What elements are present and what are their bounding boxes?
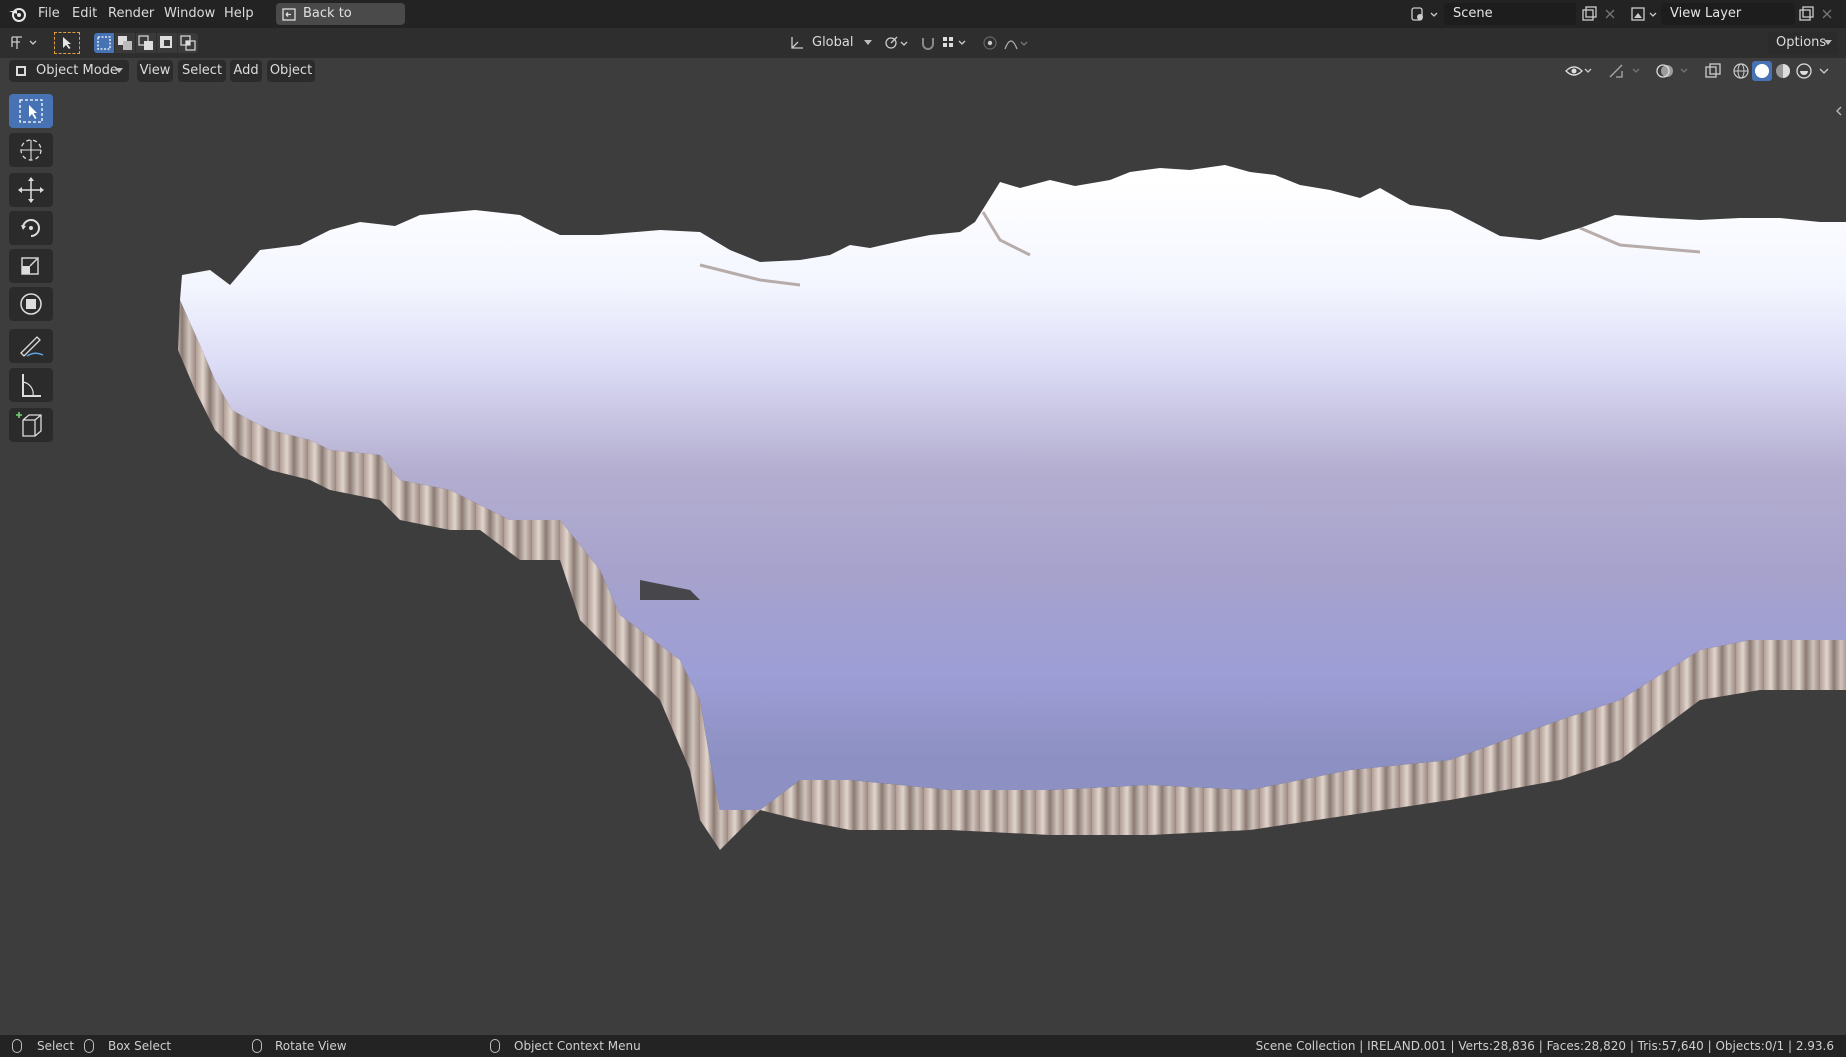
menu-file[interactable]: File	[32, 0, 66, 28]
menu-object[interactable]: Object	[267, 60, 315, 82]
status-rotate-view-label: Rotate View	[275, 1039, 347, 1053]
options-label: Options	[1776, 35, 1827, 50]
menu-window[interactable]: Window	[158, 0, 221, 28]
annotate-tool[interactable]	[9, 329, 53, 363]
object-mode-icon	[14, 64, 28, 78]
mode-intersect-icon[interactable]	[178, 33, 198, 53]
status-box-select-label: Box Select	[108, 1039, 172, 1053]
top-menu-bar: File Edit Render Window Help Back to Pre…	[0, 0, 1846, 43]
visibility-icon[interactable]	[1564, 61, 1594, 81]
selection-mode-group	[94, 33, 200, 53]
menu-add-label: Add	[233, 63, 259, 78]
menu-view-label: View	[139, 63, 171, 78]
blender-logo-icon[interactable]	[8, 5, 28, 23]
select-box-tool[interactable]	[9, 94, 53, 128]
mode-extend-icon[interactable]	[115, 33, 135, 53]
view-layer-name-label: View Layer	[1670, 6, 1742, 21]
viewport-header: Object Mode View Select Add Object	[0, 58, 1846, 84]
view-layer-type-icon[interactable]	[1630, 5, 1660, 23]
remove-view-layer-icon[interactable]	[1819, 5, 1835, 23]
menu-help[interactable]: Help	[218, 0, 260, 28]
gizmo-toggle-icon[interactable]	[1606, 61, 1644, 81]
snap-target-icon[interactable]	[940, 33, 970, 53]
transform-tool[interactable]	[9, 287, 53, 321]
status-bar: Select Box Select Rotate View Object Con…	[0, 1035, 1846, 1057]
scene-name-field[interactable]: Scene	[1444, 3, 1576, 25]
object-mode-label: Object Mode	[36, 63, 118, 78]
ireland-mesh[interactable]	[0, 58, 1846, 1035]
shading-rendered-icon[interactable]	[1794, 61, 1814, 81]
menu-add[interactable]: Add	[230, 60, 262, 82]
scene-type-icon[interactable]	[1410, 5, 1440, 23]
status-context-menu-label: Object Context Menu	[514, 1039, 641, 1053]
new-view-layer-icon[interactable]	[1797, 5, 1815, 23]
view-layer-name-field[interactable]: View Layer	[1661, 3, 1795, 25]
rotate-tool[interactable]	[9, 211, 53, 245]
menu-object-label: Object	[269, 63, 313, 78]
editor-type-icon[interactable]	[8, 33, 42, 53]
menu-view[interactable]: View	[137, 60, 173, 82]
xray-toggle-icon[interactable]	[1703, 61, 1723, 81]
overlays-toggle-icon[interactable]	[1654, 61, 1692, 81]
new-scene-icon[interactable]	[1580, 5, 1598, 23]
scale-tool[interactable]	[9, 249, 53, 283]
sidebar-toggle-icon[interactable]	[1834, 104, 1844, 118]
transform-orientation-label: Global	[812, 35, 854, 50]
chevron-down-icon	[864, 32, 872, 54]
menu-select[interactable]: Select	[178, 60, 226, 82]
3d-viewport[interactable]	[0, 58, 1846, 1035]
add-cube-tool[interactable]	[9, 408, 53, 442]
menu-select-label: Select	[181, 63, 223, 78]
shading-solid-icon[interactable]	[1752, 61, 1772, 81]
cursor-tool[interactable]	[9, 133, 53, 167]
scene-statistics: Scene Collection | IRELAND.001 | Verts:2…	[1255, 1039, 1834, 1053]
menu-render[interactable]: Render	[102, 0, 160, 28]
mouse-left-icon	[12, 1039, 22, 1053]
remove-scene-icon[interactable]	[1602, 5, 1618, 23]
orientation-axes-icon	[788, 33, 806, 53]
chevron-down-icon	[115, 60, 123, 82]
status-select-label: Select	[37, 1039, 75, 1053]
menu-edit[interactable]: Edit	[66, 0, 103, 28]
measure-tool[interactable]	[9, 368, 53, 402]
mode-subtract-icon[interactable]	[136, 33, 156, 53]
falloff-curve-icon[interactable]	[1002, 33, 1032, 53]
mouse-right-icon	[490, 1039, 500, 1053]
snap-toggle-icon[interactable]	[918, 33, 938, 53]
shading-wireframe-icon[interactable]	[1731, 61, 1751, 81]
options-dropdown[interactable]: Options	[1768, 32, 1838, 54]
shading-options-icon[interactable]	[1816, 61, 1832, 81]
object-mode-dropdown[interactable]: Object Mode	[9, 60, 129, 82]
pivot-point-icon[interactable]	[882, 33, 910, 53]
mouse-left-drag-icon	[84, 1039, 94, 1053]
chevron-down-icon	[1824, 32, 1832, 54]
transform-orientation-dropdown[interactable]: Global	[808, 32, 876, 54]
scene-name-label: Scene	[1453, 6, 1493, 21]
left-toolbar	[0, 58, 62, 458]
mode-difference-icon[interactable]	[157, 33, 177, 53]
back-icon	[282, 7, 296, 21]
mouse-middle-icon	[252, 1039, 262, 1053]
mode-set-icon[interactable]	[94, 33, 114, 53]
back-to-previous-button[interactable]: Back to Previous	[276, 3, 405, 43]
proportional-edit-icon[interactable]	[980, 33, 1000, 53]
move-tool[interactable]	[9, 173, 53, 207]
select-tool-icon[interactable]	[54, 32, 80, 54]
tool-settings-header: Global Options	[0, 28, 1846, 58]
shading-material-icon[interactable]	[1773, 61, 1793, 81]
